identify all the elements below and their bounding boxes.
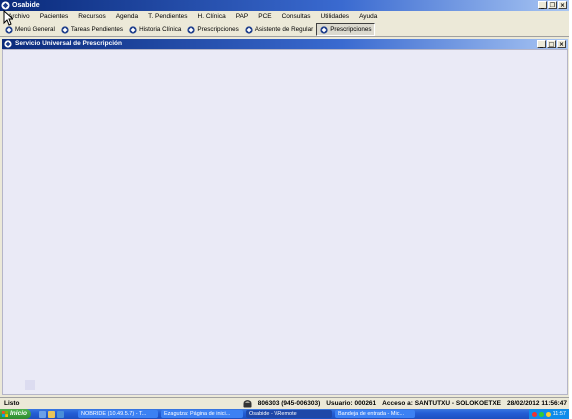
app-icon (245, 25, 253, 34)
menu-ayuda[interactable]: Ayuda (354, 11, 382, 23)
browser-icon[interactable] (56, 410, 64, 418)
title-bar[interactable]: Osabide _ ❐ × (0, 0, 569, 11)
tab-tareas-pendientes[interactable]: Tareas Pendientes (58, 24, 126, 35)
status-user: Usuario: 000261 (326, 400, 377, 407)
tab-label: Menú General (15, 26, 55, 33)
status-access: Acceso a: SANTUTXU - SOLOKOETXE (382, 400, 501, 407)
tab-label: Prescripciones (330, 26, 372, 33)
app-icon (187, 25, 196, 34)
phone-icon (243, 399, 252, 408)
taskbar-item[interactable]: Ezagutza: Página de inici... (160, 410, 243, 418)
app-icon (4, 40, 12, 48)
tab-asistente-de-regular[interactable]: Asistente de Regular (242, 24, 316, 35)
prescription-client-area (2, 49, 568, 395)
desktop-icon[interactable] (38, 410, 46, 418)
taskbar-item-active[interactable]: Osabide - \\Remote (245, 410, 332, 418)
app-icon (61, 25, 69, 34)
tab-label: Historia Clínica (139, 26, 182, 33)
menu-h-clinica[interactable]: H. Clínica (193, 11, 231, 23)
tab-label: Prescripciones (197, 26, 239, 33)
tab-historia-clinica[interactable]: Historia Clínica (126, 24, 184, 35)
taskbar-item[interactable]: Bandeja de entrada - Mic... (334, 410, 415, 418)
start-button[interactable]: Inicio (0, 409, 31, 419)
status-datetime: 28/02/2012 11:56:47 (507, 400, 567, 407)
close-button[interactable]: × (557, 40, 566, 48)
inner-window-controls: _ □ × (537, 40, 566, 48)
app-icon (129, 25, 137, 34)
menu-pacientes[interactable]: Pacientes (35, 11, 74, 23)
maximize-button[interactable]: □ (547, 40, 556, 48)
system-tray: 11:57 (528, 409, 569, 419)
status-info: 806303 (945-006303) Usuario: 000261 Acce… (243, 398, 567, 409)
menu-agenda[interactable]: Agenda (111, 11, 143, 23)
folder-icon[interactable] (47, 410, 55, 418)
window-title: Osabide (12, 2, 40, 9)
restore-button[interactable]: ❐ (548, 1, 557, 9)
tray-icon[interactable] (545, 411, 551, 417)
quick-launch (38, 410, 64, 418)
menu-bar: Archivo Pacientes Recursos Agenda T. Pen… (0, 11, 569, 23)
menu-recursos[interactable]: Recursos (73, 11, 110, 23)
status-phone: 806303 (945-006303) (257, 400, 321, 407)
clock: 11:57 (552, 411, 566, 417)
window-controls: _ ❐ × (538, 1, 567, 9)
inner-window-title-bar[interactable]: Servicio Universal de Prescripción _ □ × (2, 39, 568, 49)
app-icon (1, 1, 10, 10)
minimize-button[interactable]: _ (538, 1, 547, 9)
menu-pap[interactable]: PAP (231, 11, 254, 23)
tray-icon[interactable] (538, 411, 544, 417)
taskbar-item[interactable]: NOBRIDE (10.49.5.7) - T... (77, 410, 158, 418)
status-text: Listo (4, 400, 20, 407)
tab-label: Asistente de Regular (254, 26, 314, 33)
start-label: Inicio (10, 410, 27, 417)
tab-prescripciones[interactable]: Prescripciones (184, 24, 241, 35)
menu-consultas[interactable]: Consultas (277, 11, 316, 23)
tab-label: Tareas Pendientes (70, 26, 124, 33)
menu-utilidades[interactable]: Utilidades (316, 11, 355, 23)
app-icon (5, 25, 13, 34)
application-window: Osabide _ ❐ × Archivo Pacientes Recursos… (0, 0, 569, 419)
app-icon (320, 25, 328, 34)
menu-t-pendientes[interactable]: T. Pendientes (143, 11, 192, 23)
minimize-button[interactable]: _ (537, 40, 546, 48)
menu-pce[interactable]: PCE (253, 11, 276, 23)
window-tab-bar: Menú General Tareas Pendientes Historia … (0, 23, 569, 37)
close-button[interactable]: × (558, 1, 567, 9)
status-bar: Listo 806303 (945-006303) Usuario: 00026… (0, 397, 569, 409)
mouse-pointer-icon (3, 10, 13, 26)
tab-prescripciones-active[interactable]: Prescripciones (316, 23, 376, 36)
taskbar: Inicio NOBRIDE (10.49.5.7) - T... Ezagut… (0, 409, 569, 419)
tray-icon[interactable] (531, 411, 537, 417)
small-placeholder (25, 380, 35, 390)
inner-window-title: Servicio Universal de Prescripción (15, 40, 122, 47)
windows-flag-icon (2, 411, 8, 417)
